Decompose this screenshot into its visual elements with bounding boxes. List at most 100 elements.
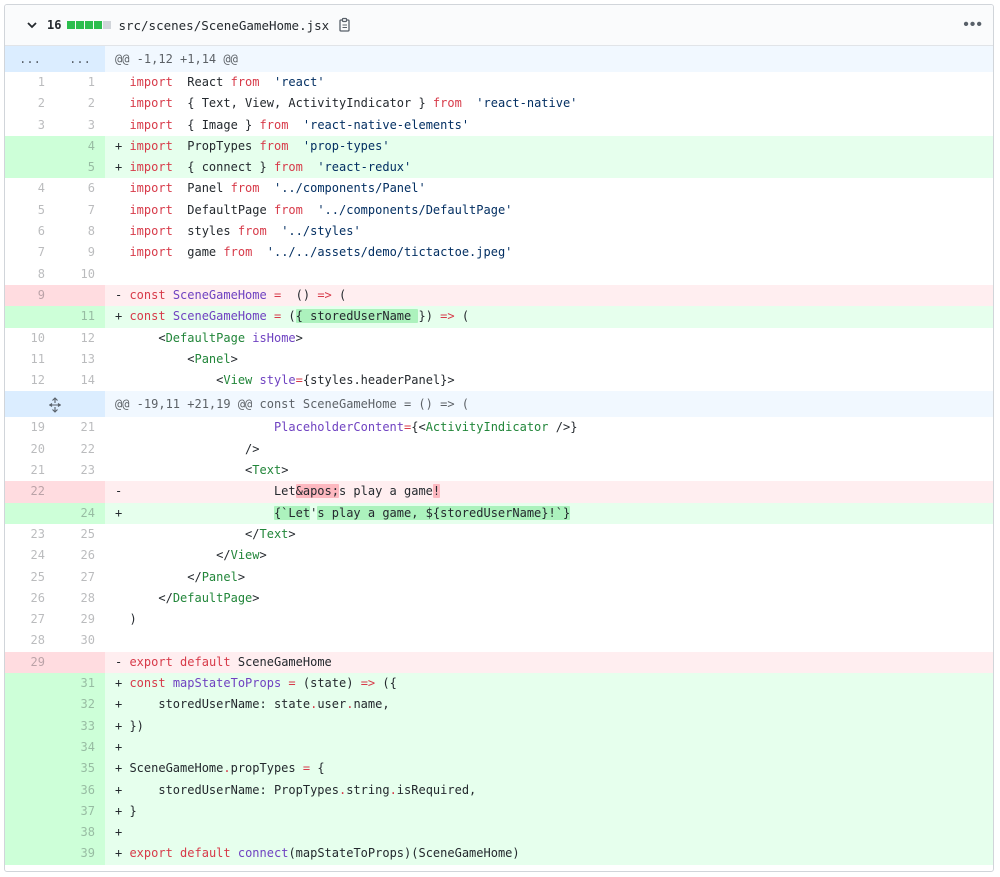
new-line-number[interactable]: 32: [55, 694, 105, 716]
new-line-number[interactable]: 25: [55, 524, 105, 545]
added-line: 31 + const mapStateToProps = (state) => (…: [5, 673, 993, 695]
new-line-number[interactable]: 2: [55, 93, 105, 114]
old-line-number[interactable]: 2: [5, 93, 55, 114]
hunk-expand-left[interactable]: ...: [5, 46, 55, 72]
new-line-number[interactable]: 13: [55, 349, 105, 370]
old-line-number[interactable]: [5, 135, 55, 158]
file-path[interactable]: src/scenes/SceneGameHome.jsx: [118, 18, 329, 33]
new-line-number[interactable]: 8: [55, 221, 105, 242]
old-line-number[interactable]: 28: [5, 630, 55, 651]
new-line-number[interactable]: [55, 481, 105, 503]
old-line-number[interactable]: 20: [5, 439, 55, 460]
diff-sign: [115, 612, 129, 626]
new-line-number[interactable]: 26: [55, 545, 105, 566]
old-line-number[interactable]: [5, 779, 55, 801]
new-line-number[interactable]: 4: [55, 135, 105, 158]
new-line-number[interactable]: 21: [55, 417, 105, 438]
old-line-number[interactable]: 21: [5, 460, 55, 481]
old-line-number[interactable]: 3: [5, 115, 55, 136]
chevron-down-icon[interactable]: [25, 18, 39, 32]
new-line-number[interactable]: 36: [55, 779, 105, 801]
code-token: connect: [237, 846, 289, 861]
code-line: <View style={styles.headerPanel}>: [105, 370, 993, 391]
old-line-number[interactable]: 1: [5, 72, 55, 93]
old-line-number[interactable]: [5, 822, 55, 844]
new-line-number[interactable]: 34: [55, 736, 105, 759]
old-line-number[interactable]: 10: [5, 328, 55, 349]
code-token: =>: [440, 309, 455, 324]
more-options-button[interactable]: •••: [963, 17, 983, 33]
new-line-number[interactable]: 27: [55, 567, 105, 588]
old-line-number[interactable]: [5, 673, 55, 695]
new-line-number[interactable]: [55, 651, 105, 674]
old-line-number[interactable]: 4: [5, 178, 55, 199]
new-line-number[interactable]: 6: [55, 178, 105, 199]
new-line-number[interactable]: 7: [55, 200, 105, 221]
code-token: 'react': [273, 75, 325, 89]
old-line-number[interactable]: 29: [5, 651, 55, 674]
code-token: />: [129, 441, 260, 456]
hunk-expand-cell[interactable]: [5, 391, 105, 418]
context-line: 46 import Panel from '../components/Pane…: [5, 178, 993, 199]
diff-sign: +: [115, 309, 130, 324]
new-line-number[interactable]: 14: [55, 370, 105, 391]
diff-sign: [115, 224, 129, 238]
old-line-number[interactable]: [5, 736, 55, 759]
new-line-number[interactable]: 23: [55, 460, 105, 481]
old-line-number[interactable]: 25: [5, 567, 55, 588]
new-line-number[interactable]: 31: [55, 673, 105, 695]
code-token: import: [129, 224, 173, 239]
new-line-number[interactable]: 24: [55, 502, 105, 524]
new-line-number[interactable]: 12: [55, 328, 105, 349]
new-line-number[interactable]: 39: [55, 843, 105, 865]
new-line-number[interactable]: 5: [55, 157, 105, 179]
old-line-number[interactable]: [5, 758, 55, 780]
code-line: +: [105, 736, 993, 759]
old-line-number[interactable]: [5, 715, 55, 737]
new-line-number[interactable]: 28: [55, 588, 105, 609]
unfold-icon[interactable]: [48, 397, 62, 413]
new-line-number[interactable]: 35: [55, 758, 105, 780]
code-token: PropTypes: [172, 138, 260, 153]
hunk-expand-right[interactable]: ...: [55, 46, 105, 72]
code-token: }: [129, 803, 137, 818]
old-line-number[interactable]: 8: [5, 264, 55, 285]
new-line-number[interactable]: 29: [55, 609, 105, 630]
code-token: (state): [295, 676, 361, 691]
old-line-number[interactable]: [5, 502, 55, 524]
new-line-number[interactable]: 38: [55, 822, 105, 844]
new-line-number[interactable]: 37: [55, 800, 105, 823]
old-line-number[interactable]: 19: [5, 417, 55, 438]
old-line-number[interactable]: 11: [5, 349, 55, 370]
old-line-number[interactable]: [5, 306, 55, 328]
old-line-number[interactable]: 9: [5, 284, 55, 307]
old-line-number[interactable]: 7: [5, 242, 55, 263]
new-line-number[interactable]: 3: [55, 115, 105, 136]
old-line-number[interactable]: 22: [5, 481, 55, 503]
code-token: PlaceholderContent: [273, 420, 404, 435]
old-line-number[interactable]: 24: [5, 545, 55, 566]
old-line-number[interactable]: 12: [5, 370, 55, 391]
new-line-number[interactable]: 33: [55, 715, 105, 737]
code-token: &apos;: [295, 484, 339, 499]
context-line: 27 29 ): [5, 609, 993, 630]
code-line: + {`Let's play a game, ${storedUserName}…: [105, 502, 993, 524]
old-line-number[interactable]: [5, 157, 55, 179]
old-line-number[interactable]: 6: [5, 221, 55, 242]
new-line-number[interactable]: [55, 284, 105, 307]
new-line-number[interactable]: 11: [55, 306, 105, 328]
new-line-number[interactable]: 30: [55, 630, 105, 651]
new-line-number[interactable]: 10: [55, 264, 105, 285]
old-line-number[interactable]: 5: [5, 200, 55, 221]
new-line-number[interactable]: 9: [55, 242, 105, 263]
old-line-number[interactable]: [5, 694, 55, 716]
old-line-number[interactable]: 26: [5, 588, 55, 609]
old-line-number[interactable]: 23: [5, 524, 55, 545]
old-line-number[interactable]: [5, 800, 55, 823]
new-line-number[interactable]: 1: [55, 72, 105, 93]
old-line-number[interactable]: 27: [5, 609, 55, 630]
new-line-number[interactable]: 22: [55, 439, 105, 460]
clipboard-icon[interactable]: [337, 17, 353, 33]
context-line: 79 import game from '../../assets/demo/t…: [5, 242, 993, 263]
old-line-number[interactable]: [5, 843, 55, 865]
